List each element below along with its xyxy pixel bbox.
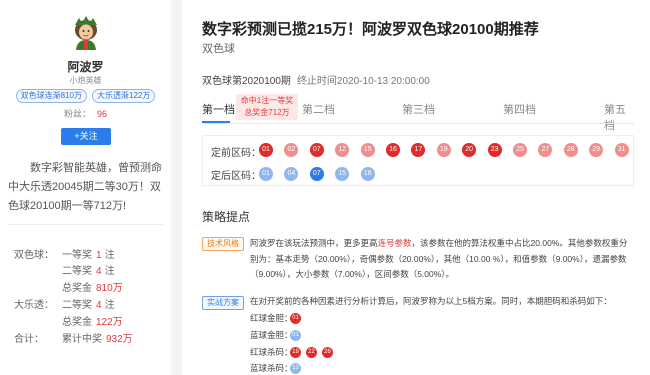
section-title: 策略提点 — [202, 210, 251, 224]
deadline-time: 终止时间2020-10-13 20:00:00 — [296, 76, 430, 87]
red-ball: 25 — [513, 143, 527, 157]
badge-line-1: 命中1注一等奖 — [240, 96, 294, 105]
stat-label-ssq: 双色球： — [14, 250, 54, 261]
tech-text-highlight: 连号参数 — [377, 238, 412, 248]
code-label: 蓝球金胆： — [250, 330, 293, 340]
tab-tier-4[interactable]: 第四档 — [503, 101, 536, 117]
profile-sidebar: 阿波罗 小炮英雄 双色球连渐810万 大乐透渐122万 粉丝： 96 +关注 数字… — [0, 0, 171, 375]
fans-count: 粉丝： 96 — [0, 107, 171, 120]
ball-panel: 定前区码： 定后区码： 01 02 07 12 15 16 17 19 20 23 25 27 28 29… — [202, 135, 634, 186]
red-ball: 12 — [335, 143, 350, 157]
tab-tier-5[interactable]: 第五档 — [604, 101, 634, 133]
divider — [8, 224, 164, 225]
red-code-ball: 18 — [290, 347, 301, 358]
badge-line-2: 总奖金712万 — [244, 108, 290, 117]
blue-ball: 15 — [335, 167, 350, 181]
red-ball: 15 — [360, 143, 375, 157]
stat-ssq-first: 双色球： 一等奖 1 注 — [0, 250, 171, 262]
stat-item-label: 二等奖 — [62, 266, 92, 277]
code-label: 红球杀码： — [250, 347, 293, 357]
red-ball: 19 — [436, 143, 451, 157]
blue-ball: 16 — [360, 167, 375, 181]
red-ball: 17 — [411, 143, 426, 157]
follow-button[interactable]: +关注 — [61, 128, 111, 145]
blue-ball: 07 — [309, 167, 324, 181]
stat-label-sum: 合计： — [14, 334, 44, 345]
page-title: 数字彩预测已揽215万！阿波罗双色球20100期推荐 — [202, 21, 539, 38]
article-panel: 数字彩预测已揽215万！阿波罗双色球20100期推荐 双色球 双色球第20201… — [182, 0, 650, 375]
red-ball: 16 — [386, 143, 400, 157]
tabs-divider — [202, 123, 634, 124]
user-intro: 数字彩智能英雄，曾预测命中大乐透20045期二等30万！双色球20100期一等7… — [8, 162, 162, 212]
stat-unit: 注 — [104, 250, 115, 261]
stat-dlt-total: 总奖金 122万 — [0, 317, 171, 329]
red-ball: 01 — [259, 143, 273, 157]
blue-code-ball: 01 — [290, 330, 301, 341]
code-row-blue-kill: 蓝球杀码： — [250, 362, 293, 374]
back-zone-label: 定后区码： — [211, 171, 261, 182]
red-ball: 20 — [462, 143, 477, 157]
code-row-red-gold: 红球金胆： — [250, 312, 293, 324]
user-title: 小炮英雄 — [69, 76, 102, 85]
stat-value: 4 — [96, 266, 102, 277]
stat-unit: 注 — [104, 266, 115, 277]
tag-ssq: 双色球连渐810万 — [15, 89, 87, 103]
stat-item-label: 二等奖 — [62, 300, 92, 311]
red-ball: 27 — [538, 143, 553, 157]
red-ball: 23 — [487, 143, 502, 157]
stat-value: 122万 — [96, 317, 123, 328]
stat-value: 1 — [96, 250, 102, 261]
tab-tier-1[interactable]: 第一档 — [202, 101, 235, 117]
stat-item-label: 一等奖 — [62, 250, 92, 261]
category-label: 双色球 — [202, 43, 235, 55]
plan-text: 在对开奖前的各种因素进行分析计算后，阿波罗称为以上5档方案。同时，本期胆码和杀码… — [250, 296, 612, 306]
stat-value: 932万 — [106, 334, 133, 345]
code-label: 红球金胆： — [250, 313, 293, 323]
code-row-blue-gold: 蓝球金胆： — [250, 329, 293, 341]
stat-item-label: 总奖金 — [62, 283, 92, 294]
hit-badge: 命中1注一等奖 总奖金712万 — [236, 94, 298, 120]
tab-tier-2[interactable]: 第二档 — [302, 101, 335, 117]
stat-dlt-second: 大乐透： 二等奖 4 注 — [0, 300, 171, 312]
issue-number: 双色球第2020100期 — [202, 76, 291, 87]
stat-value: 810万 — [96, 283, 123, 294]
red-ball: 29 — [589, 143, 604, 157]
issue-info: 双色球第2020100期 终止时间2020-10-13 20:00:00 — [202, 72, 430, 87]
stat-item-label: 总奖金 — [62, 317, 92, 328]
stat-unit: 注 — [104, 300, 115, 311]
code-row-red-kill: 红球杀码： — [250, 346, 293, 358]
user-name: 阿波罗 — [67, 60, 104, 74]
achievement-tags: 双色球连渐810万 大乐透渐122万 — [0, 89, 171, 103]
fans-label: 粉丝： — [63, 109, 91, 119]
tech-style-chip: 技术风格 — [202, 237, 244, 251]
blue-code-ball: 12 — [290, 363, 301, 374]
stat-ssq-total: 总奖金 810万 — [0, 283, 171, 295]
plan-chip: 实战方案 — [202, 296, 244, 310]
tech-style-text: 阿波罗在该玩法预测中，更多更高连号参数，该参数在他的算法权重中占比20.00%。… — [250, 236, 634, 283]
avatar[interactable] — [71, 16, 101, 50]
red-code-ball: 01 — [290, 313, 301, 324]
front-zone-label: 定前区码： — [211, 148, 261, 159]
tech-text-part: 阿波罗在该玩法预测中，更多更高 — [250, 238, 378, 248]
red-ball: 02 — [284, 143, 299, 157]
blue-ball: 04 — [284, 167, 299, 181]
tag-dlt: 大乐透渐122万 — [92, 89, 156, 103]
red-code-ball: 26 — [322, 347, 333, 358]
red-ball: 28 — [563, 143, 578, 157]
stat-label-dlt: 大乐透： — [14, 300, 54, 311]
stat-ssq-second: 二等奖 4 注 — [0, 266, 171, 278]
stat-value: 4 — [96, 300, 102, 311]
red-code-ball: 22 — [306, 347, 317, 358]
stat-item-label: 累计中奖 — [62, 334, 102, 345]
stat-sum-total: 合计： 累计中奖 932万 — [0, 334, 171, 346]
red-ball: 07 — [309, 143, 324, 157]
blue-ball: 01 — [259, 167, 273, 181]
fans-number: 96 — [97, 109, 108, 119]
code-label: 蓝球杀码： — [250, 363, 293, 373]
red-ball: 31 — [614, 143, 629, 157]
tab-tier-3[interactable]: 第三档 — [402, 101, 435, 117]
